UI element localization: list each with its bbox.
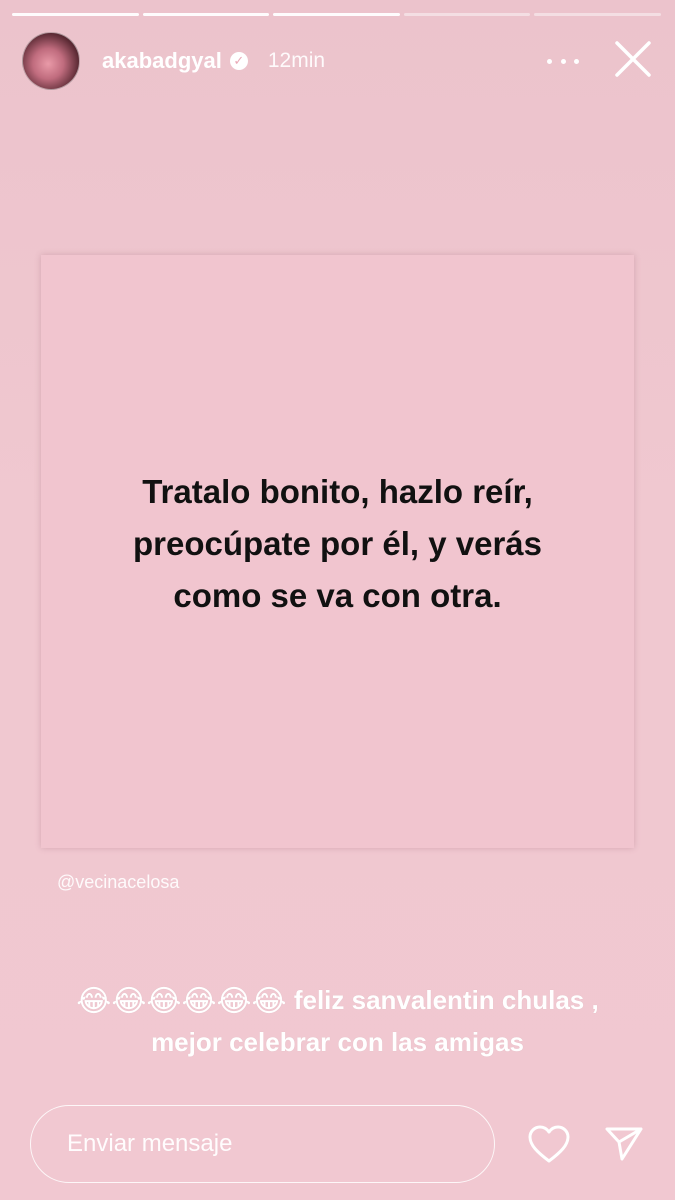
story-header: akabadgyal ✓ 12min: [22, 31, 657, 91]
story-segment: [403, 13, 531, 16]
post-credit[interactable]: @vecinacelosa: [57, 872, 179, 893]
post-time: 12min: [267, 49, 326, 72]
laughing-emoji-icons: 😂😂😂😂😂😂: [76, 985, 287, 1018]
story-segment: [273, 13, 400, 16]
close-icon[interactable]: [611, 37, 655, 81]
story-progress-bar: [12, 13, 661, 16]
send-icon[interactable]: [600, 1120, 648, 1168]
story-footer: [30, 1105, 651, 1183]
shared-post-card[interactable]: Tratalo bonito, hazlo reír, preocúpate p…: [41, 255, 634, 848]
heart-icon[interactable]: [525, 1120, 573, 1168]
message-input[interactable]: [30, 1105, 495, 1183]
story-caption: 😂😂😂😂😂😂 feliz sanvalentin chulas , mejor …: [40, 980, 635, 1062]
post-text: Tratalo bonito, hazlo reír, preocúpate p…: [132, 472, 542, 614]
more-options-icon[interactable]: [547, 49, 579, 73]
story-segment: [12, 13, 139, 16]
avatar[interactable]: [22, 32, 80, 90]
story-segment: [142, 13, 270, 16]
username[interactable]: akabadgyal: [102, 48, 222, 74]
verified-badge-icon: ✓: [229, 52, 248, 70]
story-segment: [534, 13, 661, 16]
